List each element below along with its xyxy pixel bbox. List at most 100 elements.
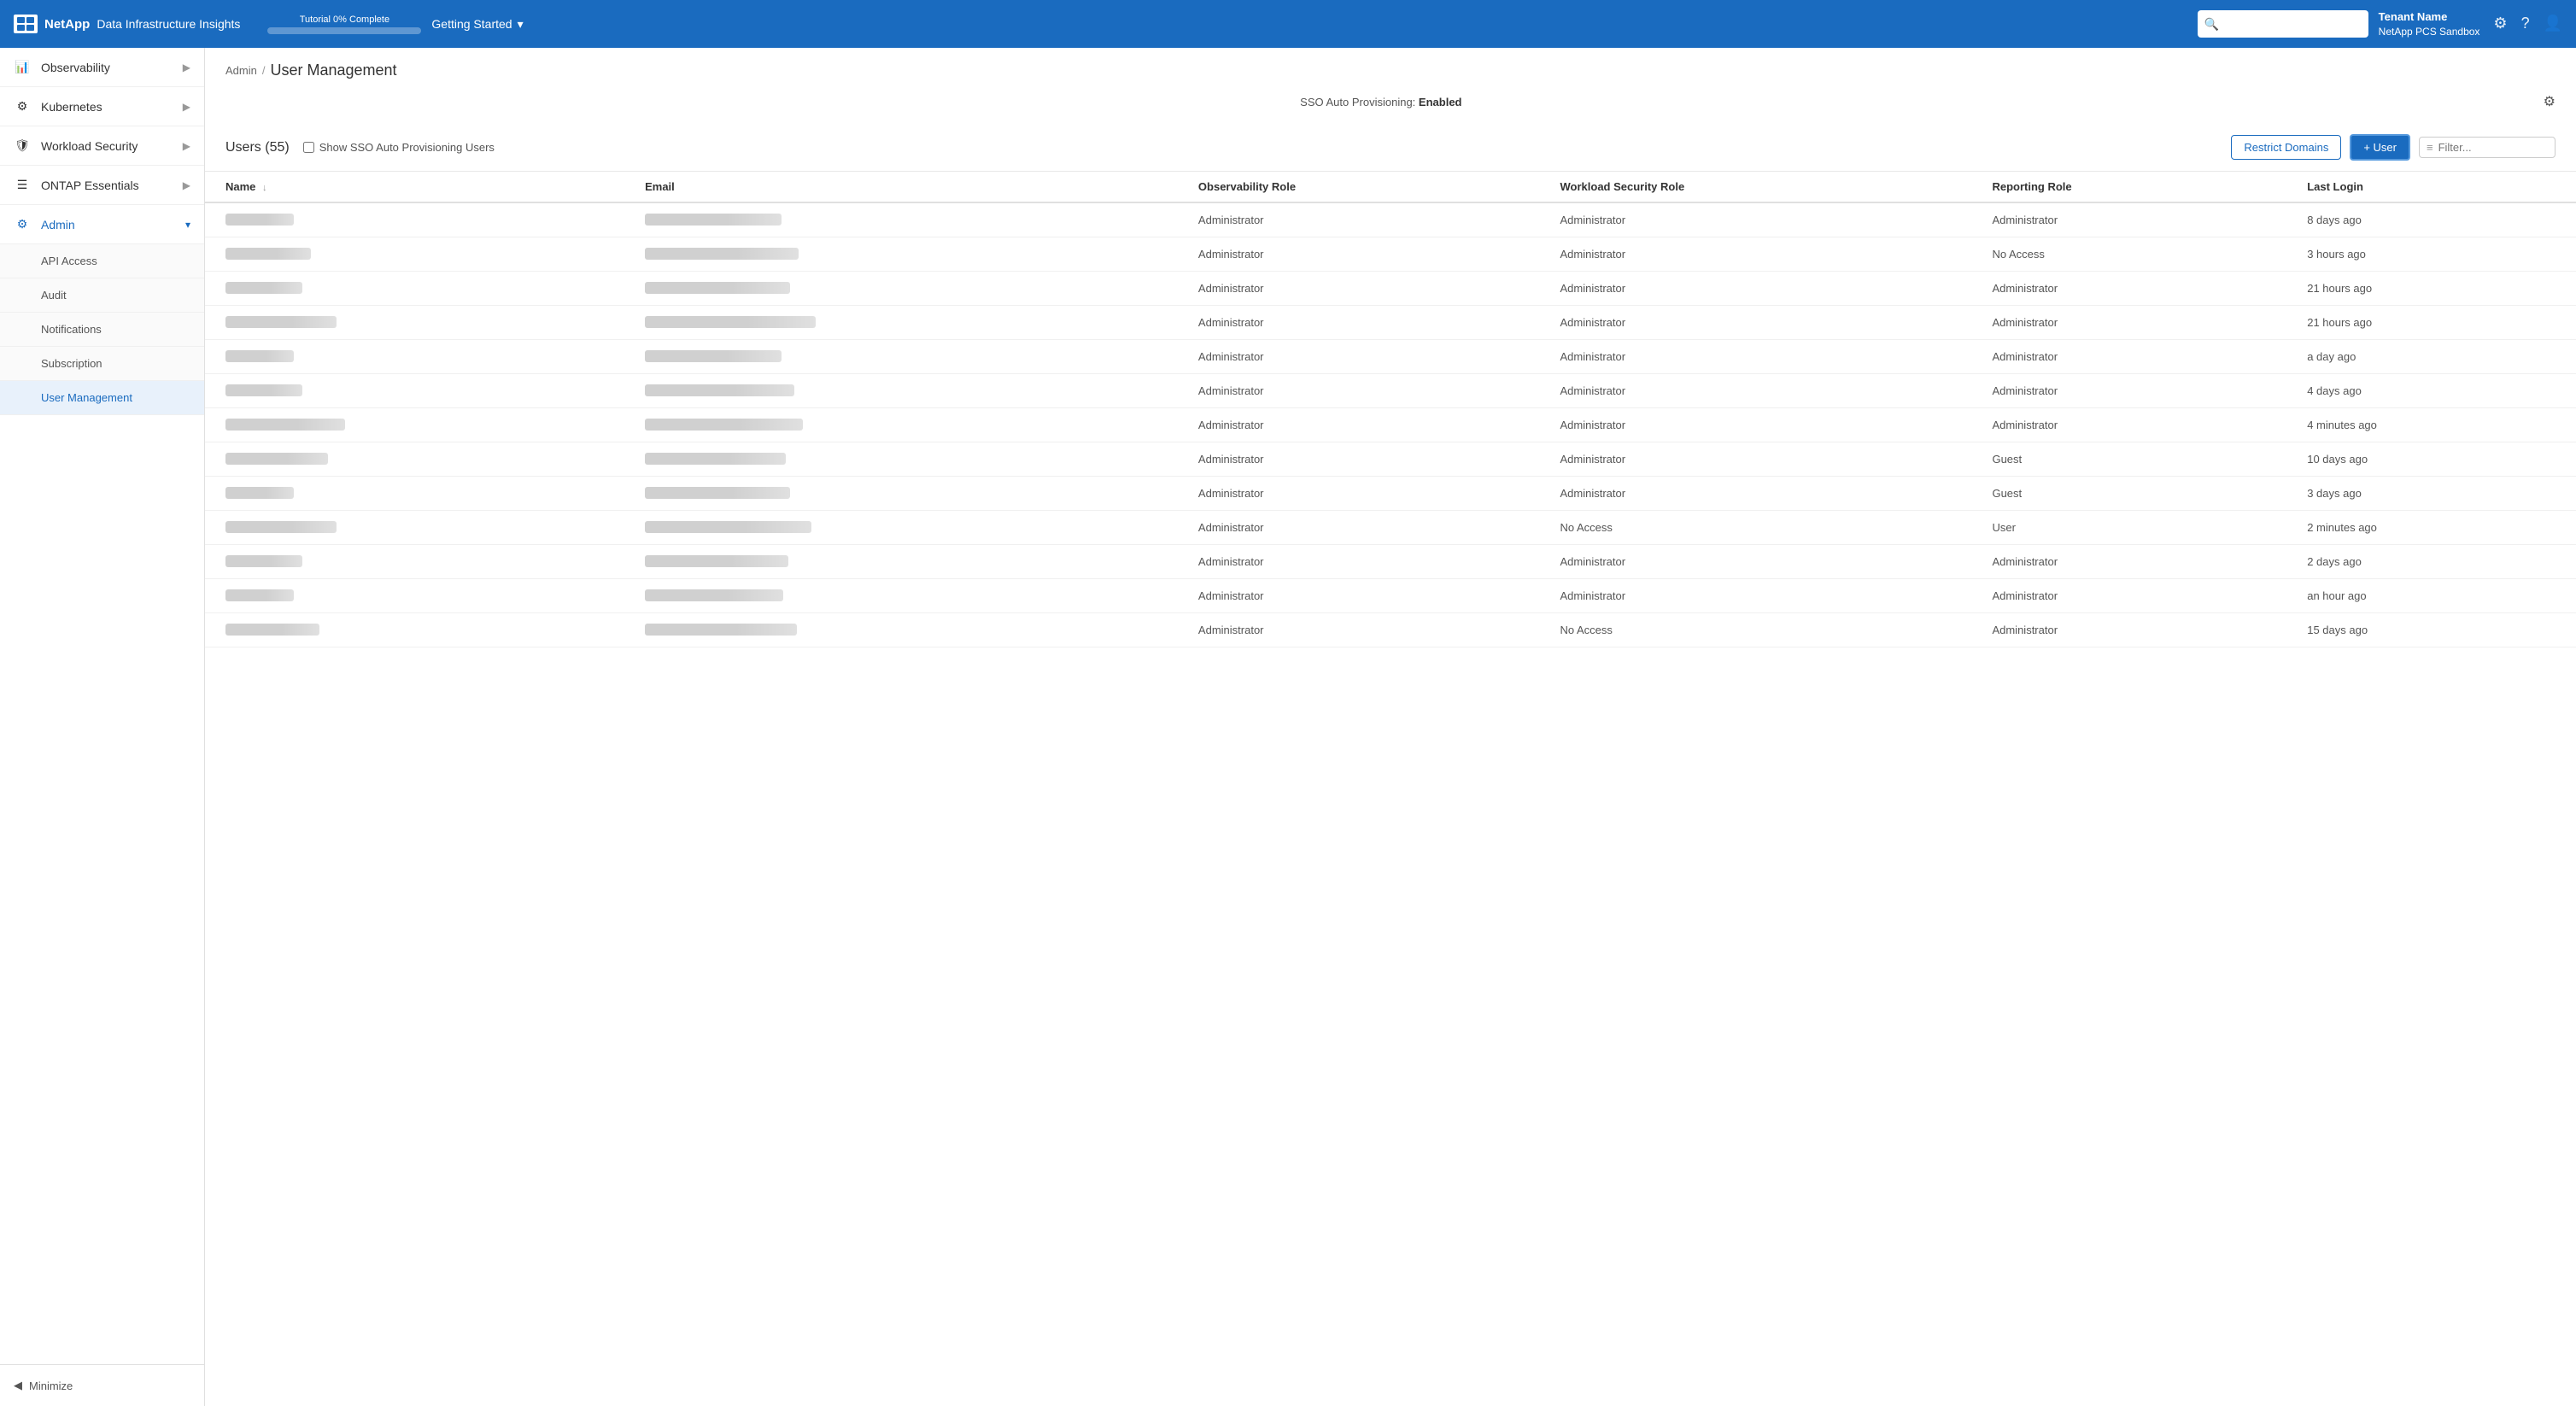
cell-workload-security-role: Administrator <box>1540 408 1972 442</box>
table-row[interactable]: xxxxxxxxxxxxxxxxxxxxxxxxAdministratorAdm… <box>205 374 2576 408</box>
settings-icon[interactable]: ⚙ <box>2493 15 2507 32</box>
chevron-right-icon: ▶ <box>183 62 190 73</box>
table-row[interactable]: xxxxxxxxxxxxxxxxxxxxxxxxAdministratorAdm… <box>205 340 2576 374</box>
table-row[interactable]: xxxxxxxxxxxxxxxxxxxxxxxxAdministratorAdm… <box>205 579 2576 613</box>
cell-email: xxxxxxxxxxxxxxxx <box>624 408 1178 442</box>
breadcrumb-parent[interactable]: Admin <box>225 64 257 77</box>
cell-email: xxxxxxxxxxxxxxxx <box>624 545 1178 579</box>
col-reporting-role: Reporting Role <box>1971 172 2286 202</box>
tenant-info: Tenant Name NetApp PCS Sandbox <box>2379 9 2480 39</box>
cell-last-login: 21 hours ago <box>2286 272 2576 306</box>
table-row[interactable]: xxxxxxxxxxxxxxxxxxxxxxxxAdministratorNo … <box>205 511 2576 545</box>
cell-last-login: 15 days ago <box>2286 613 2576 647</box>
getting-started-label: Getting Started <box>431 17 512 31</box>
chevron-left-icon: ◀ <box>14 1379 22 1392</box>
cell-last-login: 3 days ago <box>2286 477 2576 511</box>
subscription-label: Subscription <box>41 357 102 370</box>
sidebar-item-ontap-essentials[interactable]: ☰ ONTAP Essentials ▶ <box>0 166 204 205</box>
sso-checkbox[interactable] <box>303 142 314 153</box>
app-header: NetApp Data Infrastructure Insights Tuto… <box>0 0 2576 48</box>
sidebar-item-kubernetes[interactable]: ⚙ Kubernetes ▶ <box>0 87 204 126</box>
sidebar-item-subscription[interactable]: Subscription <box>0 347 204 381</box>
admin-gear-icon: ⚙ <box>14 217 31 231</box>
sso-label: SSO Auto Provisioning: Enabled <box>1300 96 1461 108</box>
chevron-right-icon: ▶ <box>183 140 190 152</box>
table-row[interactable]: xxxxxxxxxxxxxxxxxxxxxxxxAdministratorAdm… <box>205 202 2576 237</box>
cell-last-login: 2 minutes ago <box>2286 511 2576 545</box>
add-user-button[interactable]: + User <box>2350 134 2410 161</box>
sidebar-item-notifications[interactable]: Notifications <box>0 313 204 347</box>
filter-input[interactable] <box>2438 141 2548 154</box>
restrict-domains-button[interactable]: Restrict Domains <box>2231 135 2341 160</box>
cell-name: xxxxxxxx <box>205 306 624 340</box>
cell-name: xxxxxxxx <box>205 202 624 237</box>
sidebar-item-audit[interactable]: Audit <box>0 278 204 313</box>
sidebar-item-observability[interactable]: 📊 Observability ▶ <box>0 48 204 87</box>
minimize-button[interactable]: ◀ Minimize <box>0 1364 204 1406</box>
sidebar-item-api-access[interactable]: API Access <box>0 244 204 278</box>
cell-last-login: 4 minutes ago <box>2286 408 2576 442</box>
cell-name: xxxxxxxx <box>205 374 624 408</box>
col-name[interactable]: Name ↓ <box>205 172 624 202</box>
user-management-label: User Management <box>41 391 132 404</box>
tenant-sub: NetApp PCS Sandbox <box>2379 25 2480 39</box>
cell-reporting-role: Administrator <box>1971 579 2286 613</box>
sso-checkbox-text: Show SSO Auto Provisioning Users <box>319 141 495 154</box>
cell-reporting-role: Administrator <box>1971 202 2286 237</box>
users-title-text: Users <box>225 140 261 155</box>
search-input[interactable] <box>2224 18 2362 31</box>
search-box[interactable]: 🔍 <box>2198 10 2368 38</box>
table-row[interactable]: xxxxxxxxxxxxxxxxxxxxxxxxAdministratorAdm… <box>205 442 2576 477</box>
cell-name: xxxxxxxx <box>205 272 624 306</box>
cell-reporting-role: Administrator <box>1971 340 2286 374</box>
sso-checkbox-label[interactable]: Show SSO Auto Provisioning Users <box>303 141 495 154</box>
kubernetes-icon: ⚙ <box>14 99 31 114</box>
filter-icon: ≡ <box>2427 141 2433 154</box>
table-row[interactable]: xxxxxxxxxxxxxxxxxxxxxxxxAdministratorAdm… <box>205 545 2576 579</box>
sidebar-item-user-management[interactable]: User Management <box>0 381 204 415</box>
cell-name: xxxxxxxx <box>205 237 624 272</box>
cell-workload-security-role: Administrator <box>1540 374 1972 408</box>
getting-started-button[interactable]: Getting Started ▾ <box>431 17 523 32</box>
search-icon: 🔍 <box>2204 17 2219 32</box>
cell-reporting-role: Administrator <box>1971 272 2286 306</box>
sidebar-item-admin[interactable]: ⚙ Admin ▾ <box>0 205 204 244</box>
app-logo: NetApp Data Infrastructure Insights <box>14 15 240 33</box>
table-row[interactable]: xxxxxxxxxxxxxxxxxxxxxxxxAdministratorAdm… <box>205 306 2576 340</box>
help-icon[interactable]: ? <box>2521 15 2530 32</box>
user-table: Name ↓ Email Observability Role Workload… <box>205 172 2576 647</box>
cell-email: xxxxxxxxxxxxxxxx <box>624 477 1178 511</box>
cell-name: xxxxxxxx <box>205 477 624 511</box>
cell-workload-security-role: Administrator <box>1540 306 1972 340</box>
users-title: Users (55) <box>225 140 290 155</box>
cell-workload-security-role: Administrator <box>1540 477 1972 511</box>
cell-last-login: 4 days ago <box>2286 374 2576 408</box>
cell-email: xxxxxxxxxxxxxxxx <box>624 511 1178 545</box>
table-row[interactable]: xxxxxxxxxxxxxxxxxxxxxxxxAdministratorAdm… <box>205 272 2576 306</box>
cell-reporting-role: Administrator <box>1971 374 2286 408</box>
users-count: (55) <box>265 140 289 155</box>
cell-observability-role: Administrator <box>1178 442 1540 477</box>
sso-settings-icon[interactable]: ⚙ <box>2544 93 2556 110</box>
sidebar-item-workload-security[interactable]: 🛡 Workload Security ▶ <box>0 126 204 166</box>
cell-observability-role: Administrator <box>1178 511 1540 545</box>
user-icon[interactable]: 👤 <box>2544 15 2562 32</box>
table-row[interactable]: xxxxxxxxxxxxxxxxxxxxxxxxAdministratorAdm… <box>205 477 2576 511</box>
table-row[interactable]: xxxxxxxxxxxxxxxxxxxxxxxxAdministratorAdm… <box>205 408 2576 442</box>
cell-observability-role: Administrator <box>1178 340 1540 374</box>
table-row[interactable]: xxxxxxxxxxxxxxxxxxxxxxxxAdministratorAdm… <box>205 237 2576 272</box>
filter-input-wrapper[interactable]: ≡ <box>2419 137 2556 158</box>
table-row[interactable]: xxxxxxxxxxxxxxxxxxxxxxxxAdministratorNo … <box>205 613 2576 647</box>
app-body: 📊 Observability ▶ ⚙ Kubernetes ▶ 🛡 Workl… <box>0 48 2576 1406</box>
bar-chart-icon: 📊 <box>14 60 31 74</box>
sidebar-item-label: Kubernetes <box>41 100 173 114</box>
netapp-logo-icon <box>14 15 38 33</box>
users-actions: Restrict Domains + User ≡ <box>2231 134 2556 161</box>
cell-email: xxxxxxxxxxxxxxxx <box>624 306 1178 340</box>
admin-submenu: API Access Audit Notifications Subscript… <box>0 244 204 415</box>
cell-name: xxxxxxxx <box>205 408 624 442</box>
breadcrumb-current: User Management <box>270 62 396 79</box>
col-observability-role: Observability Role <box>1178 172 1540 202</box>
cell-observability-role: Administrator <box>1178 477 1540 511</box>
chevron-down-icon: ▾ <box>185 219 190 231</box>
